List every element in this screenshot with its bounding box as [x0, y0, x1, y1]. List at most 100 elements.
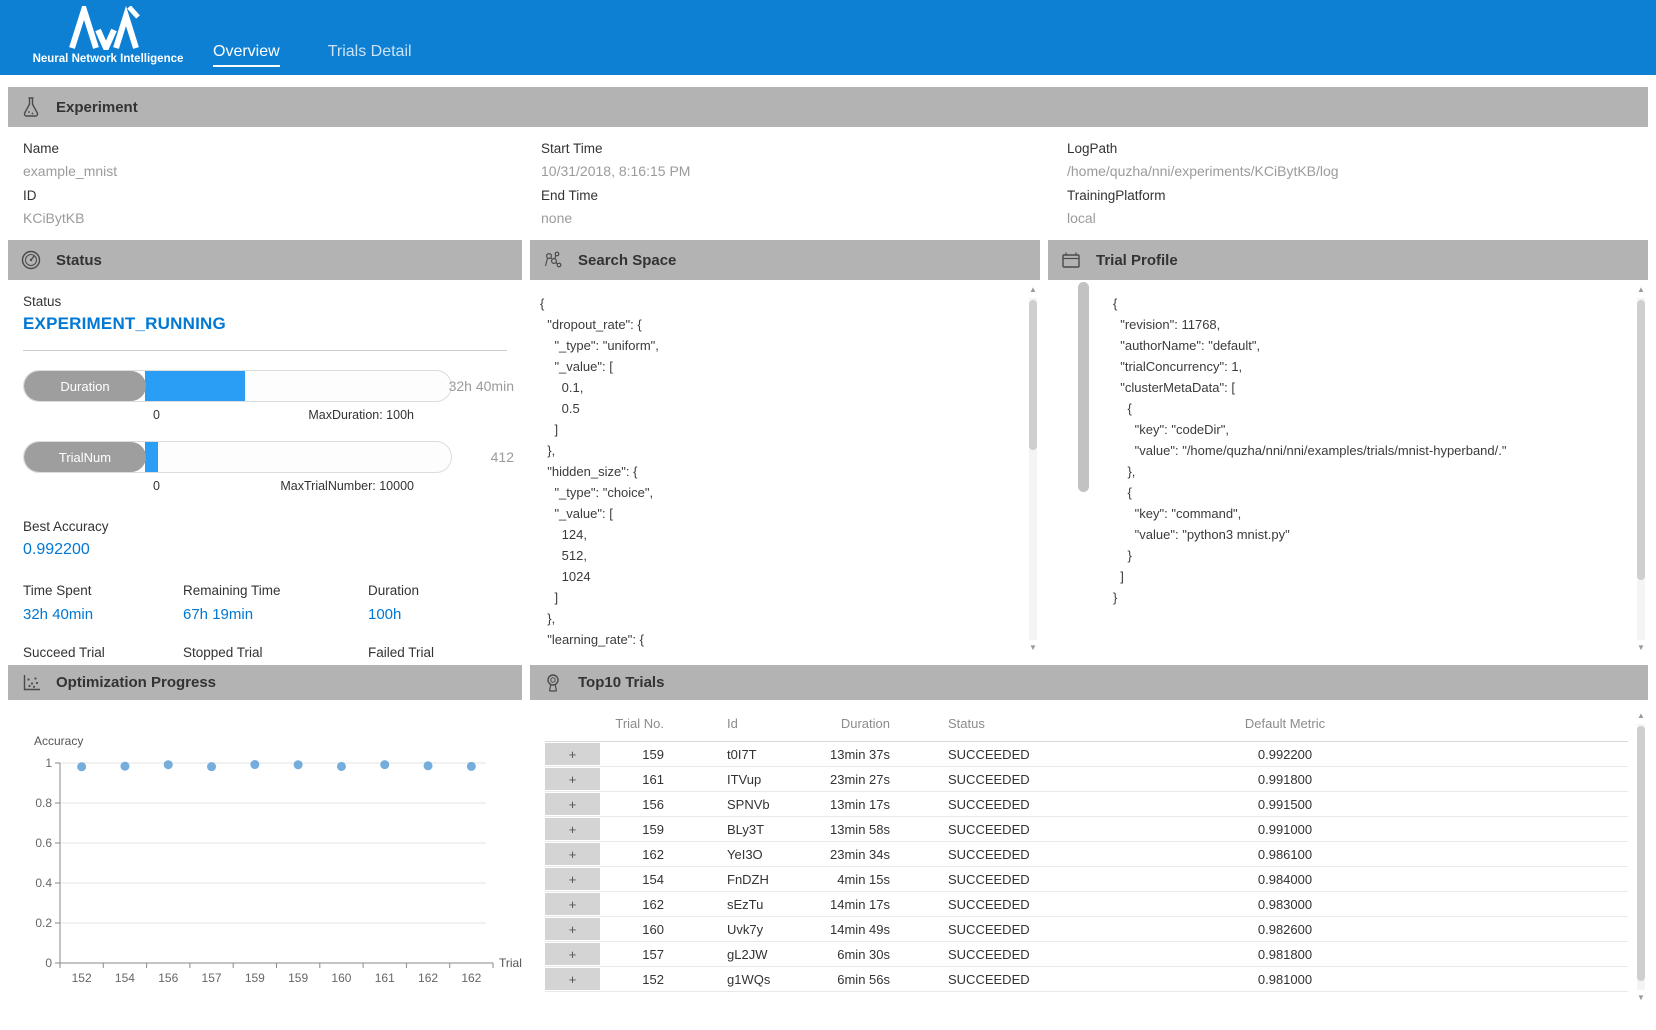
expand-cell: + [545, 767, 600, 792]
scrollbar-thumb[interactable] [1637, 300, 1645, 580]
scroll-down-arrow[interactable]: ▼ [1635, 642, 1647, 654]
expand-row-button[interactable]: + [545, 818, 600, 840]
column-header-status: Status [890, 710, 1050, 742]
scroll-down-arrow[interactable]: ▼ [1027, 642, 1039, 654]
cell-id: YeI3O [670, 842, 805, 867]
gauge-icon [20, 249, 42, 271]
table-header: Trial No. Id Duration Status Default Met… [545, 710, 1628, 742]
search-space-title: Search Space [578, 252, 676, 269]
scroll-up-arrow[interactable]: ▲ [1635, 710, 1647, 722]
x-tick-label: 156 [158, 971, 178, 985]
optimization-progress-panel: Optimization Progress 00.20.40.60.811521… [8, 665, 522, 1030]
cell-status: SUCCEEDED [890, 942, 1050, 967]
cell-id: g1WQs [670, 967, 805, 992]
scroll-up-arrow[interactable]: ▲ [1635, 284, 1647, 296]
scatter-point [294, 760, 303, 769]
tab-overview[interactable]: Overview [213, 43, 280, 75]
x-tick-label: 162 [461, 971, 481, 985]
search-space-panel: Search Space { "dropout_rate": { "_type"… [530, 240, 1040, 658]
expand-cell: + [545, 917, 600, 942]
expand-row-button[interactable]: + [545, 743, 600, 765]
top10-trials-table: Trial No. Id Duration Status Default Met… [545, 710, 1628, 992]
cell-id: gL2JW [670, 942, 805, 967]
scrollbar-thumb[interactable] [1637, 726, 1645, 981]
expand-cell: + [545, 892, 600, 917]
accuracy-chart: 00.20.40.60.8115215415615715915916016116… [8, 700, 522, 1030]
table-body: +159t0I7T13min 37sSUCCEEDED0.992200+161I… [545, 742, 1628, 992]
cell-status: SUCCEEDED [890, 842, 1050, 867]
field-label: LogPath [1067, 141, 1547, 156]
x-tick-label: 161 [375, 971, 395, 985]
cell-duration: 14min 17s [805, 892, 890, 917]
expand-row-button[interactable]: + [545, 793, 600, 815]
experiment-section-header: Experiment [8, 87, 1648, 127]
y-tick-label: 0 [45, 956, 52, 970]
cell-duration: 4min 15s [805, 867, 890, 892]
scroll-up-arrow[interactable]: ▲ [1027, 284, 1039, 296]
search-space-body: { "dropout_rate": { "_type": "uniform", … [530, 280, 1040, 658]
experiment-column-1: Name example_mnist ID KCiBytKB [23, 141, 503, 235]
active-tab-underline [213, 65, 280, 68]
best-accuracy-value: 0.992200 [23, 541, 522, 559]
expand-row-button[interactable]: + [545, 943, 600, 965]
progress-track [145, 442, 451, 472]
cell-status: SUCCEEDED [890, 817, 1050, 842]
expand-row-button[interactable]: + [545, 893, 600, 915]
cell-id: FnDZH [670, 867, 805, 892]
scatter-point [250, 760, 259, 769]
field-label: End Time [541, 188, 1021, 203]
trial-profile-left-scrollbar-thumb[interactable] [1078, 282, 1089, 492]
nav-tabs: Overview Trials Detail [213, 43, 412, 75]
log-path-value: /home/quzha/nni/experiments/KCiBytKB/log [1067, 163, 1547, 179]
expand-cell: + [545, 817, 600, 842]
trialnum-bar-label: TrialNum [24, 442, 146, 472]
cell-duration: 13min 17s [805, 792, 890, 817]
status-panel: Status Status EXPERIMENT_RUNNING Duratio… [8, 240, 522, 658]
cell-default-metric: 0.986100 [1050, 842, 1520, 867]
expand-row-button[interactable]: + [545, 968, 600, 990]
cell-trial-no: 162 [600, 892, 670, 917]
tab-trials-detail[interactable]: Trials Detail [328, 43, 412, 75]
table-row: +161ITVup23min 27sSUCCEEDED0.991800 [545, 767, 1628, 792]
cell-trial-no: 162 [600, 842, 670, 867]
training-platform-value: local [1067, 210, 1547, 226]
top10-table-wrapper: Trial No. Id Duration Status Default Met… [530, 700, 1648, 992]
medal-icon [542, 672, 564, 694]
cell-duration: 23min 27s [805, 767, 890, 792]
table-row: +157gL2JW6min 30sSUCCEEDED0.981800 [545, 942, 1628, 967]
duration-bar-caption: 0 MaxDuration: 100h [153, 408, 414, 422]
cell-trial-no: 159 [600, 742, 670, 767]
experiment-id-value: KCiBytKB [23, 210, 503, 226]
x-tick-label: 159 [245, 971, 265, 985]
status-panel-header: Status [8, 240, 522, 280]
field-label: Name [23, 141, 503, 156]
expand-row-button[interactable]: + [545, 918, 600, 940]
experiment-details: Name example_mnist ID KCiBytKB Start Tim… [8, 127, 1648, 245]
search-space-icon [542, 249, 564, 271]
bar-min-label: 0 [153, 479, 160, 493]
scatter-point [424, 761, 433, 770]
column-header-trial-no: Trial No. [600, 710, 670, 742]
x-axis-title: Trial [499, 956, 522, 970]
cell-default-metric: 0.982600 [1050, 917, 1520, 942]
expand-row-button[interactable]: + [545, 843, 600, 865]
y-tick-label: 0.2 [35, 916, 52, 930]
cell-duration: 23min 34s [805, 842, 890, 867]
cell-status: SUCCEEDED [890, 917, 1050, 942]
expand-row-button[interactable]: + [545, 768, 600, 790]
experiment-name-value: example_mnist [23, 163, 503, 179]
expand-row-button[interactable]: + [545, 868, 600, 890]
trial-profile-json: { "revision": 11768, "authorName": "defa… [1048, 280, 1648, 608]
divider [23, 350, 507, 351]
top10-trials-title: Top10 Trials [578, 674, 664, 691]
trial-profile-title: Trial Profile [1096, 252, 1178, 269]
scrollbar-thumb[interactable] [1029, 300, 1037, 450]
scroll-down-arrow[interactable]: ▼ [1635, 992, 1647, 1004]
start-time-value: 10/31/2018, 8:16:15 PM [541, 163, 1021, 179]
table-row: +154FnDZH4min 15sSUCCEEDED0.984000 [545, 867, 1628, 892]
x-tick-label: 160 [331, 971, 351, 985]
scatter-chart-icon [20, 672, 42, 694]
cell-default-metric: 0.991000 [1050, 817, 1520, 842]
nni-logo: Neural Network Intelligence [28, 6, 188, 65]
top-navigation-bar: Neural Network Intelligence Overview Tri… [0, 0, 1656, 75]
